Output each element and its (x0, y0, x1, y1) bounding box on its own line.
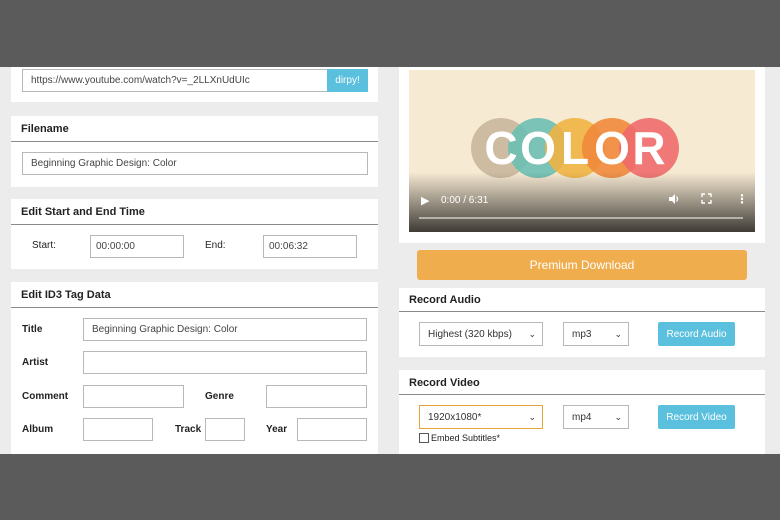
video-resolution-select[interactable]: 1920x1080* ⌄ (419, 405, 543, 429)
video-panel: COLOR ▶ 0:00 / 6:31 ⋮ (399, 67, 765, 243)
start-label: Start: (32, 240, 56, 251)
start-time-input[interactable]: 00:00:00 (90, 235, 184, 258)
dirpy-button[interactable]: dirpy! (327, 69, 368, 92)
album-label: Album (22, 424, 54, 435)
fullscreen-icon[interactable] (701, 193, 712, 207)
seek-bar[interactable] (419, 217, 743, 219)
record-audio-title: Record Audio (409, 294, 481, 306)
url-input[interactable]: https://www.youtube.com/watch?v=_2LLXnUd… (22, 69, 338, 92)
id3-panel: Edit ID3 Tag Data Title Beginning Graphi… (11, 282, 378, 454)
genre-input[interactable] (266, 385, 367, 408)
video-player[interactable]: COLOR ▶ 0:00 / 6:31 ⋮ (409, 70, 755, 232)
genre-label: Genre (205, 391, 234, 402)
track-input[interactable] (205, 418, 245, 441)
filename-panel: Filename Beginning Graphic Design: Color (11, 116, 378, 187)
artist-input[interactable] (83, 351, 367, 374)
video-resolution-value: 1920x1080* (428, 411, 482, 423)
title-label: Title (22, 324, 43, 335)
comment-input[interactable] (83, 385, 184, 408)
filename-title: Filename (21, 123, 69, 135)
page-viewport: https://www.youtube.com/watch?v=_2LLXnUd… (0, 67, 780, 454)
year-input[interactable] (297, 418, 367, 441)
divider (11, 307, 378, 308)
logo-letter: O (594, 122, 630, 174)
divider (11, 141, 378, 142)
record-audio-button[interactable]: Record Audio (658, 322, 735, 346)
audio-quality-select[interactable]: Highest (320 kbps) ⌄ (419, 322, 543, 346)
divider (11, 224, 378, 225)
divider (399, 311, 765, 312)
year-label: Year (266, 424, 288, 435)
record-video-button[interactable]: Record Video (658, 405, 735, 429)
chevron-down-icon: ⌄ (528, 411, 536, 422)
video-format-value: mp4 (572, 411, 592, 423)
audio-format-value: mp3 (572, 328, 592, 340)
album-input[interactable] (83, 418, 153, 441)
logo-letter: O (520, 122, 556, 174)
divider (399, 394, 765, 395)
trim-panel: Edit Start and End Time Start: 00:00:00 … (11, 199, 378, 269)
record-video-panel: Record Video 1920x1080* ⌄ mp4 ⌄ Record Vid… (399, 370, 765, 454)
comment-label: Comment (22, 391, 69, 402)
volume-icon[interactable] (668, 193, 680, 208)
chevron-down-icon: ⌄ (614, 411, 622, 422)
embed-subtitles-checkbox[interactable] (419, 433, 429, 443)
artist-label: Artist (22, 357, 49, 368)
logo-letter: C (484, 122, 517, 174)
record-video-title: Record Video (409, 377, 480, 389)
title-input[interactable]: Beginning Graphic Design: Color (83, 318, 367, 341)
track-label: Track (175, 424, 202, 435)
audio-quality-value: Highest (320 kbps) (428, 328, 512, 340)
audio-format-select[interactable]: mp3 ⌄ (563, 322, 629, 346)
play-icon[interactable]: ▶ (421, 194, 429, 207)
embed-subtitles-label: Embed Subtitles* (431, 433, 501, 443)
filename-input[interactable]: Beginning Graphic Design: Color (22, 152, 368, 175)
logo-letter: R (632, 122, 665, 174)
chevron-down-icon: ⌄ (614, 328, 622, 339)
end-time-input[interactable]: 00:06:32 (263, 235, 357, 258)
url-panel: https://www.youtube.com/watch?v=_2LLXnUd… (11, 67, 378, 102)
premium-download-button[interactable]: Premium Download (417, 250, 747, 280)
id3-title: Edit ID3 Tag Data (21, 289, 111, 301)
more-options-icon[interactable]: ⋮ (736, 192, 748, 206)
time-display: 0:00 / 6:31 (441, 195, 489, 206)
chevron-down-icon: ⌄ (528, 328, 536, 339)
record-audio-panel: Record Audio Highest (320 kbps) ⌄ mp3 ⌄ Re… (399, 288, 765, 357)
video-format-select[interactable]: mp4 ⌄ (563, 405, 629, 429)
logo-letter: L (561, 122, 589, 174)
end-label: End: (205, 240, 226, 251)
trim-title: Edit Start and End Time (21, 206, 145, 218)
